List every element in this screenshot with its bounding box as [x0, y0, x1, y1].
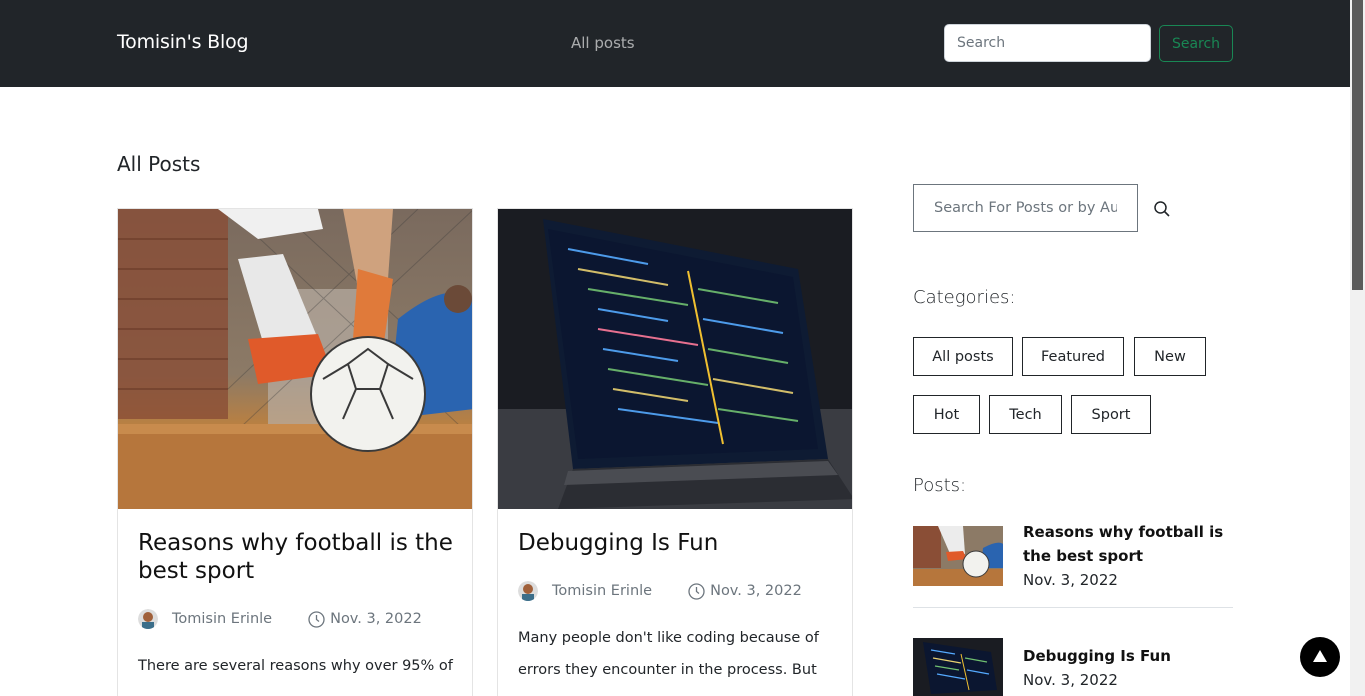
nav-link-all-posts[interactable]: All posts — [571, 34, 635, 52]
clock-icon — [308, 610, 325, 628]
scrollbar-thumb[interactable] — [1352, 0, 1363, 290]
page-title: All Posts — [117, 152, 201, 176]
category-sport[interactable]: Sport — [1071, 395, 1151, 434]
navbar-search-input[interactable] — [944, 24, 1151, 62]
sidebar-post-title[interactable]: Debugging Is Fun — [1023, 644, 1238, 668]
sidebar-post-date: Nov. 3, 2022 — [1023, 571, 1118, 589]
post-image-football[interactable] — [118, 209, 472, 509]
post-meta: Tomisin Erinle Nov. 3, 2022 — [518, 581, 802, 601]
post-date: Nov. 3, 2022 — [710, 583, 802, 599]
posts-heading: Posts: — [913, 475, 967, 496]
navbar: Tomisin's Blog All posts Search — [0, 0, 1350, 87]
sidebar-post-thumb-football[interactable] — [913, 526, 1003, 586]
post-author[interactable]: Tomisin Erinle — [552, 583, 652, 599]
sidebar-search-input[interactable] — [913, 184, 1138, 232]
post-title[interactable]: Reasons why football is the best sport — [138, 529, 458, 585]
post-card[interactable]: Reasons why football is the best sport T… — [117, 208, 473, 696]
category-featured[interactable]: Featured — [1022, 337, 1124, 376]
category-all-posts[interactable]: All posts — [913, 337, 1013, 376]
sidebar-post-title[interactable]: Reasons why football is the best sport — [1023, 520, 1238, 568]
sidebar-post-thumb-laptop[interactable] — [913, 638, 1003, 696]
post-excerpt: Many people don't like coding because of… — [518, 630, 819, 678]
sidebar-post-date: Nov. 3, 2022 — [1023, 671, 1118, 689]
post-author[interactable]: Tomisin Erinle — [172, 611, 272, 627]
category-new[interactable]: New — [1134, 337, 1206, 376]
divider — [913, 607, 1233, 608]
author-avatar — [518, 581, 538, 601]
back-to-top-button[interactable] — [1300, 637, 1340, 677]
category-tech[interactable]: Tech — [989, 395, 1062, 434]
category-hot[interactable]: Hot — [913, 395, 980, 434]
categories-heading: Categories: — [913, 287, 1016, 308]
post-image-laptop[interactable] — [498, 209, 852, 509]
brand-link[interactable]: Tomisin's Blog — [117, 31, 249, 53]
post-card[interactable]: Debugging Is Fun Tomisin Erinle Nov. 3, … — [497, 208, 853, 696]
post-meta: Tomisin Erinle Nov. 3, 2022 — [138, 609, 422, 629]
clock-icon — [688, 582, 705, 600]
post-title[interactable]: Debugging Is Fun — [518, 529, 838, 557]
post-date: Nov. 3, 2022 — [330, 611, 422, 627]
navbar-search-button[interactable]: Search — [1159, 25, 1233, 62]
post-excerpt: There are several reasons why over 95% o… — [138, 658, 453, 674]
arrow-up-icon — [1312, 648, 1328, 667]
search-icon[interactable] — [1153, 200, 1171, 218]
author-avatar — [138, 609, 158, 629]
